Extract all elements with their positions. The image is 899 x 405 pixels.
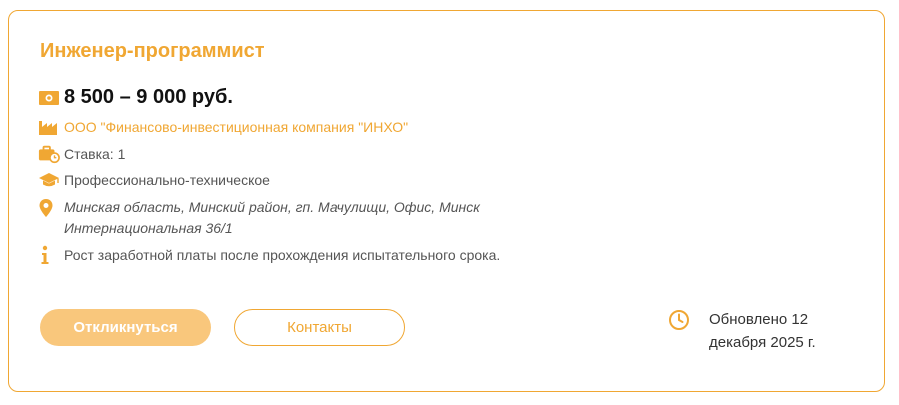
contacts-button[interactable]: Контакты	[234, 309, 405, 346]
money-icon	[38, 88, 60, 108]
salary-value: 8 500 – 9 000 руб.	[64, 86, 233, 108]
info-icon	[38, 245, 60, 265]
address-line-1: Минская область, Минский район, гп. Мачу…	[64, 199, 480, 215]
address-line-2: Интернациональная 36/1	[64, 220, 233, 236]
rate-row: Ставка: 1	[38, 144, 125, 164]
note-row: Рост заработной платы после прохождения …	[38, 245, 500, 265]
updated-info: Обновлено 12 декабря 2025 г.	[668, 308, 839, 354]
clock-icon	[668, 309, 690, 331]
address-row: Минская область, Минский район, гп. Мачу…	[38, 197, 480, 239]
factory-icon	[38, 117, 60, 137]
vacancy-title[interactable]: Инженер-программист	[40, 40, 265, 63]
rate-text: Ставка: 1	[64, 146, 126, 162]
graduation-cap-icon	[38, 170, 60, 190]
address-text: Минская область, Минский район, гп. Мачу…	[64, 197, 480, 239]
company-row: ООО "Финансово-инвестиционная компания "…	[38, 117, 408, 137]
salary-row: 8 500 – 9 000 руб.	[38, 86, 233, 109]
updated-line-2: декабря 2025 г.	[709, 334, 816, 351]
education-row: Профессионально-техническое	[38, 170, 270, 190]
updated-line-1: Обновлено 12	[709, 311, 809, 328]
location-pin-icon	[38, 198, 60, 218]
vacancy-card: Инженер-программист 8 500 – 9 000 руб. О…	[8, 10, 885, 392]
briefcase-clock-icon	[38, 144, 60, 164]
company-link[interactable]: ООО "Финансово-инвестиционная компания "…	[64, 119, 408, 135]
note-text: Рост заработной платы после прохождения …	[64, 247, 501, 263]
updated-date: Обновлено 12 декабря 2025 г.	[709, 308, 839, 354]
education-text: Профессионально-техническое	[64, 172, 270, 188]
respond-button[interactable]: Откликнуться	[40, 309, 211, 346]
